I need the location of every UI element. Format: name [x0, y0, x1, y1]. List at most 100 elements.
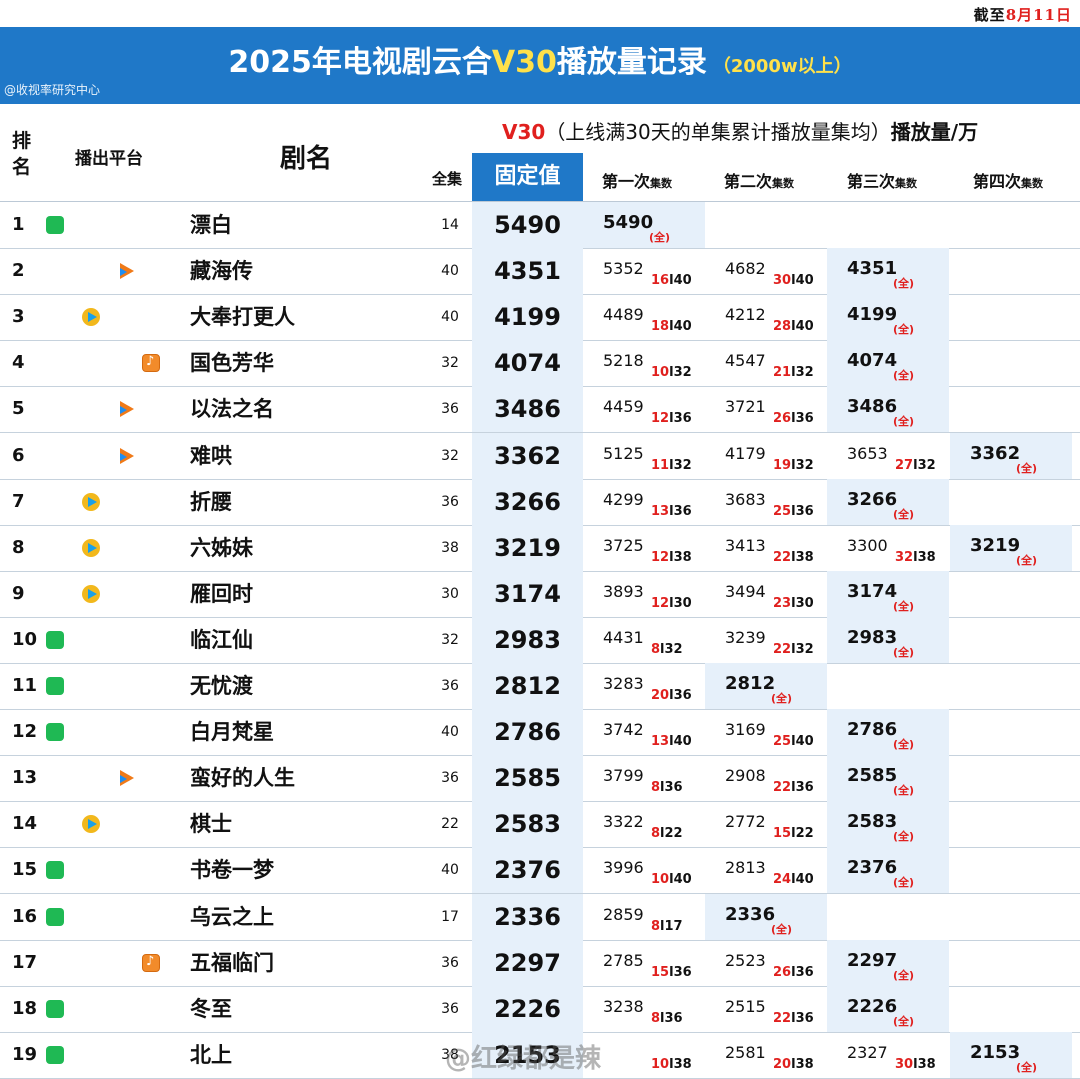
episode-progress: 10l40	[651, 872, 692, 887]
round-2-cell: 2813 24l40	[705, 847, 827, 893]
round-4-label: 第四次	[973, 172, 1022, 191]
episodes-aired: 8	[651, 780, 661, 796]
drama-name: 棋士	[190, 812, 232, 837]
round-1-cell: 4459 12l36	[583, 386, 705, 432]
mango-icon	[142, 353, 160, 373]
episode-progress: 10l38	[651, 1057, 692, 1072]
round-value: 2515	[725, 996, 766, 1016]
episodes-total: 38	[673, 1056, 692, 1072]
round-value: 3996	[603, 858, 644, 878]
episodes-aired: 28	[773, 319, 792, 335]
title-part1: 2025年电视剧云合	[228, 45, 492, 80]
episodes-aired: 11	[651, 457, 670, 473]
header-name: 剧名	[280, 144, 333, 174]
table-row: 2 藏海传 40 4351 5352 16l40 4682 30l40 4351 (全)	[0, 248, 1080, 296]
round-value: 3238	[603, 996, 644, 1016]
round-1-cell: 3322 8l22	[583, 801, 705, 847]
episodes-total: 36	[795, 964, 814, 980]
fixed-value: 3174	[472, 570, 583, 617]
drama-name: 临江仙	[190, 627, 253, 652]
table-row: 14 棋士 22 2583 3322 8l22 2772 15l22 2583 (全)	[0, 801, 1080, 849]
tencent-icon	[82, 815, 100, 834]
round-2-cell: 4682 30l40	[705, 248, 827, 294]
fixed-value: 2786	[472, 709, 583, 756]
round-value: 2376	[847, 857, 898, 879]
round-value: 4431	[603, 627, 644, 647]
round-4-tag: 集数	[1021, 177, 1044, 190]
full-mark: (全)	[771, 692, 793, 705]
round-value: 2153	[970, 1041, 1021, 1063]
fixed-value: 2376	[472, 847, 583, 894]
episodes-total: 32	[917, 457, 936, 473]
episode-progress: 13l36	[651, 504, 692, 519]
episodes-total: 36	[673, 688, 692, 703]
episode-progress: 15l22	[773, 826, 814, 841]
round-value: 2336	[725, 903, 776, 925]
round-value: 2785	[603, 950, 644, 970]
round-1-cell: 3283 20l36	[583, 663, 705, 709]
rank-cell: 8	[12, 536, 25, 558]
drama-name: 无忧渡	[190, 674, 253, 698]
round-value: 2297	[847, 949, 898, 971]
round-value: 3799	[603, 766, 644, 786]
round-value: 3742	[603, 720, 644, 740]
round-value: 4179	[725, 443, 766, 463]
round-1-cell: 3996 10l40	[583, 847, 705, 893]
table-row: 1 漂白 14 5490 5490 (全)	[0, 202, 1080, 249]
fixed-value: 3219	[472, 524, 583, 571]
full-mark: (全)	[649, 231, 671, 244]
youku-icon	[118, 769, 136, 787]
episodes-aired: 26	[773, 964, 792, 980]
episode-count: 30	[441, 585, 459, 602]
youku-icon	[118, 447, 136, 465]
episode-count: 40	[441, 309, 459, 326]
episodes-total: 36	[795, 780, 814, 796]
round-value: 2908	[725, 766, 766, 786]
episode-progress: 16l40	[651, 273, 692, 288]
fixed-value: 2585	[472, 755, 583, 802]
episode-progress: 8l22	[651, 826, 683, 841]
title-part2: 播放量记录	[556, 45, 707, 80]
episodes-aired: 19	[773, 457, 792, 473]
episode-progress: 26l36	[773, 965, 814, 980]
round-value: 3300	[847, 535, 888, 555]
fixed-value: 3362	[472, 432, 583, 479]
round-4-cell: 3219 (全)	[950, 524, 1072, 571]
episode-progress: 22l36	[773, 1011, 814, 1026]
episodes-aired: 23	[773, 595, 792, 611]
title-banner: 2025年电视剧云合V30播放量记录 （2000w以上） @收视率研究中心	[0, 27, 1080, 104]
v30-unit: 播放量/万	[890, 120, 979, 144]
episode-progress: 27l32	[895, 458, 936, 473]
full-mark: (全)	[893, 1014, 915, 1028]
round-value: 3169	[725, 720, 766, 740]
episode-count: 36	[441, 1000, 459, 1017]
round-value: 3219	[970, 534, 1021, 556]
round-3-tag: 集数	[895, 177, 918, 190]
iqiyi-icon	[46, 630, 64, 649]
drama-name: 北上	[190, 1042, 232, 1067]
round-3-cell: 2786 (全)	[827, 709, 949, 756]
round-3-cell: 4199 (全)	[827, 294, 949, 341]
episodes-total: 40	[795, 872, 814, 888]
round-value: 3725	[603, 535, 644, 555]
drama-name: 雁回时	[190, 581, 253, 606]
rank-cell: 15	[12, 859, 38, 881]
round-1-cell: 3725 12l38	[583, 525, 705, 571]
round-2-cell: 2581 20l38	[705, 1032, 827, 1078]
credit-text: @收视率研究中心	[4, 83, 101, 97]
episode-count: 22	[441, 816, 459, 833]
rank-cell: 2	[12, 260, 25, 282]
header-round-1: 第一次集数	[602, 168, 672, 192]
episodes-aired: 26	[773, 411, 792, 427]
episodes-total: 30	[673, 595, 692, 611]
episodes-aired: 22	[773, 1010, 792, 1026]
round-1-cell: 2859 8l17	[583, 894, 705, 940]
round-value: 2813	[725, 858, 766, 878]
full-mark: (全)	[893, 830, 915, 844]
full-mark: (全)	[1016, 1060, 1038, 1074]
iqiyi-icon	[46, 723, 64, 742]
episode-count: 14	[441, 217, 459, 233]
round-3-cell: 2583 (全)	[827, 801, 949, 848]
episodes-aired: 24	[773, 872, 792, 888]
episodes-total: 32	[795, 457, 814, 473]
